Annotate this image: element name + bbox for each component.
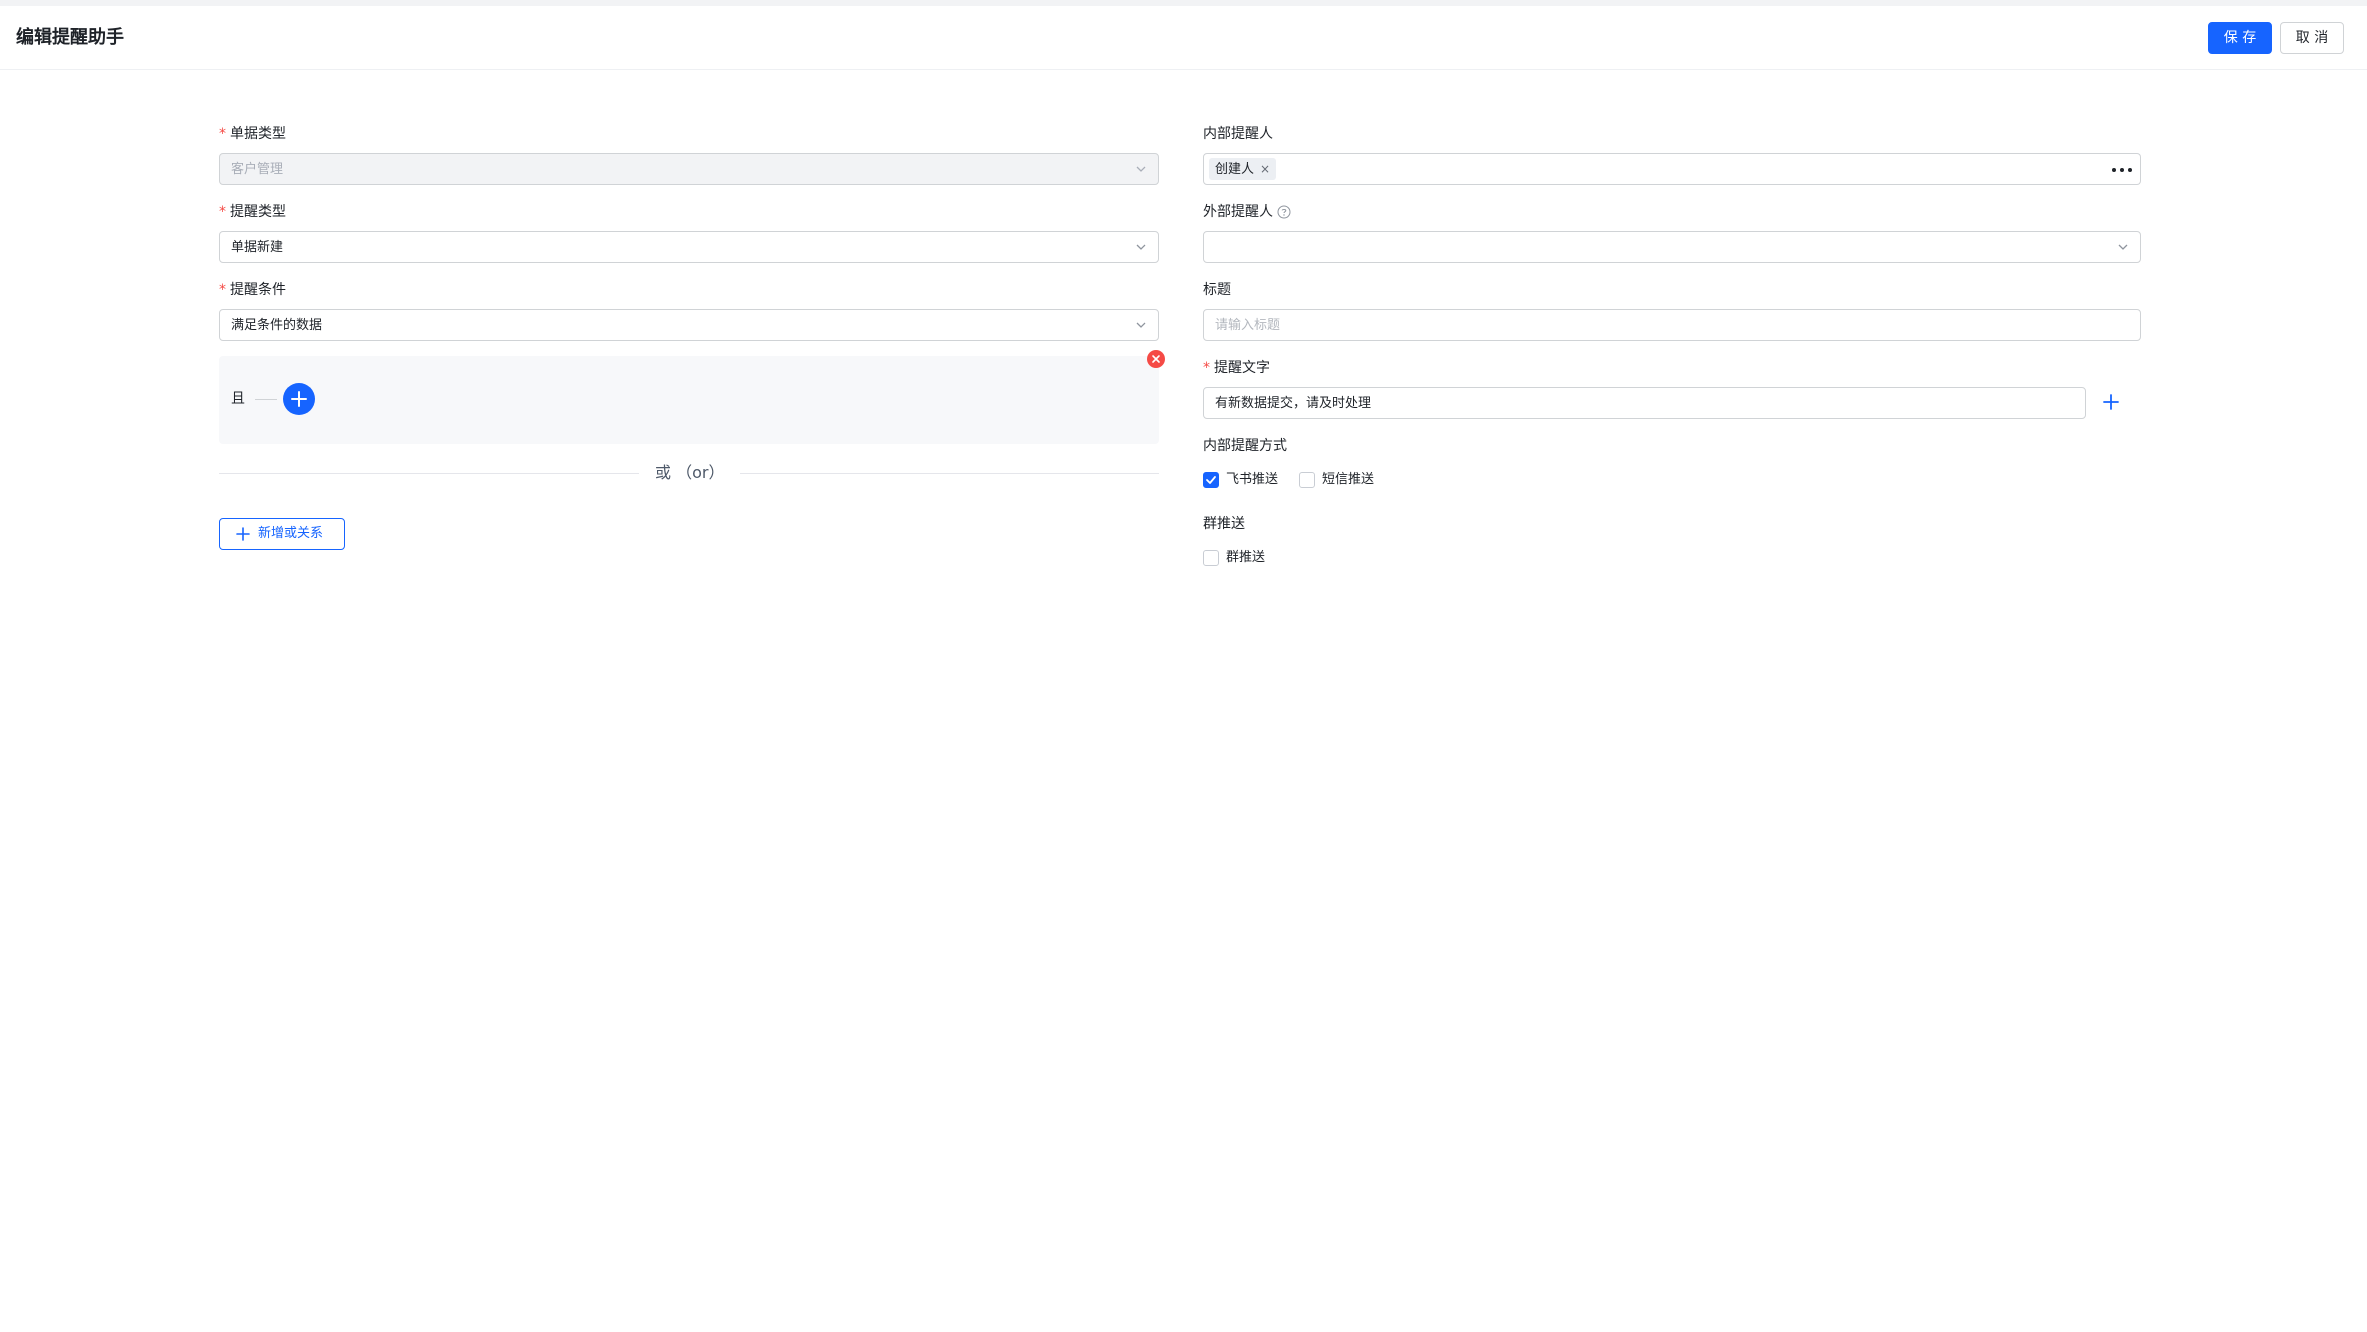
add-or-relation-label: 新增或关系 [258,526,324,541]
remind-text-input[interactable]: 有新数据提交，请及时处理 [1203,387,2086,419]
title-input[interactable]: 请输入标题 [1203,309,2141,341]
add-or-relation-button[interactable]: 新增或关系 [219,518,345,550]
internal-reminder-label: 内部提醒人 [1203,126,1273,142]
or-divider-line-left [219,473,639,474]
more-options-button[interactable] [2103,153,2141,185]
condition-group: 且 [219,356,1159,444]
doc-type-label: * 单据类型 [219,124,286,144]
doc-type-select[interactable]: 客户管理 [219,153,1159,185]
more-dot [2112,168,2116,172]
remind-text-label: * 提醒文字 [1203,358,1270,378]
cancel-button[interactable]: 取 消 [2280,22,2344,54]
check-icon [1206,476,1216,484]
remind-condition-select[interactable]: 满足条件的数据 [219,309,1159,341]
group-push-option-label: 群推送 [1226,550,1266,565]
title-label: 标题 [1203,282,1231,298]
sms-push-label: 短信推送 [1322,472,1375,487]
feishu-push-label: 飞书推送 [1226,472,1279,487]
doc-type-value: 客户管理 [231,162,284,177]
help-icon[interactable] [1277,205,1291,219]
remind-text-label-text: 提醒文字 [1214,360,1270,376]
add-condition-button[interactable] [283,383,315,415]
chevron-down-icon [1136,244,1146,250]
remind-condition-label: * 提醒条件 [219,280,286,300]
chevron-down-icon [1136,166,1146,172]
insert-variable-plus-icon[interactable] [2102,393,2120,411]
required-mark: * [1203,360,1210,376]
remind-type-select[interactable]: 单据新建 [219,231,1159,263]
external-reminder-select[interactable] [1203,231,2141,263]
external-reminder-label: 外部提醒人 [1203,202,1291,222]
more-dot [2128,168,2132,172]
and-connector-line [255,399,277,400]
required-mark: * [219,126,226,142]
reminder-tag: 创建人 × [1209,158,1277,180]
or-divider-line-right [740,473,1159,474]
internal-reminder-field[interactable]: 创建人 × [1203,153,2104,185]
page-header: 编辑提醒助手 保 存 取 消 [0,6,2367,70]
remind-type-value: 单据新建 [231,240,284,255]
remind-condition-value: 满足条件的数据 [231,318,323,333]
close-icon [1152,355,1160,363]
required-mark: * [219,282,226,298]
tag-remove-icon[interactable]: × [1260,162,1270,176]
remind-type-label-text: 提醒类型 [230,204,286,220]
sms-push-checkbox[interactable] [1299,472,1315,488]
reminder-tag-text: 创建人 [1215,162,1255,177]
remind-text-value: 有新数据提交，请及时处理 [1215,396,1372,411]
remind-type-label: * 提醒类型 [219,202,286,222]
more-dot [2120,168,2124,172]
save-button[interactable]: 保 存 [2208,22,2272,54]
chevron-down-icon [2118,244,2128,250]
group-push-label: 群推送 [1203,516,1245,532]
required-mark: * [219,204,226,220]
remove-condition-group-button[interactable] [1147,350,1165,368]
title-placeholder: 请输入标题 [1215,318,1281,333]
feishu-push-checkbox[interactable] [1203,472,1219,488]
plus-icon [291,391,307,407]
group-push-checkbox[interactable] [1203,550,1219,566]
remind-condition-label-text: 提醒条件 [230,282,286,298]
internal-method-label: 内部提醒方式 [1203,438,1287,454]
doc-type-label-text: 单据类型 [230,126,286,142]
external-reminder-label-text: 外部提醒人 [1203,204,1273,220]
and-label: 且 [231,391,245,407]
page-title: 编辑提醒助手 [16,27,124,48]
or-divider-text: 或 （or） [655,463,725,482]
plus-icon [236,527,250,541]
chevron-down-icon [1136,322,1146,328]
